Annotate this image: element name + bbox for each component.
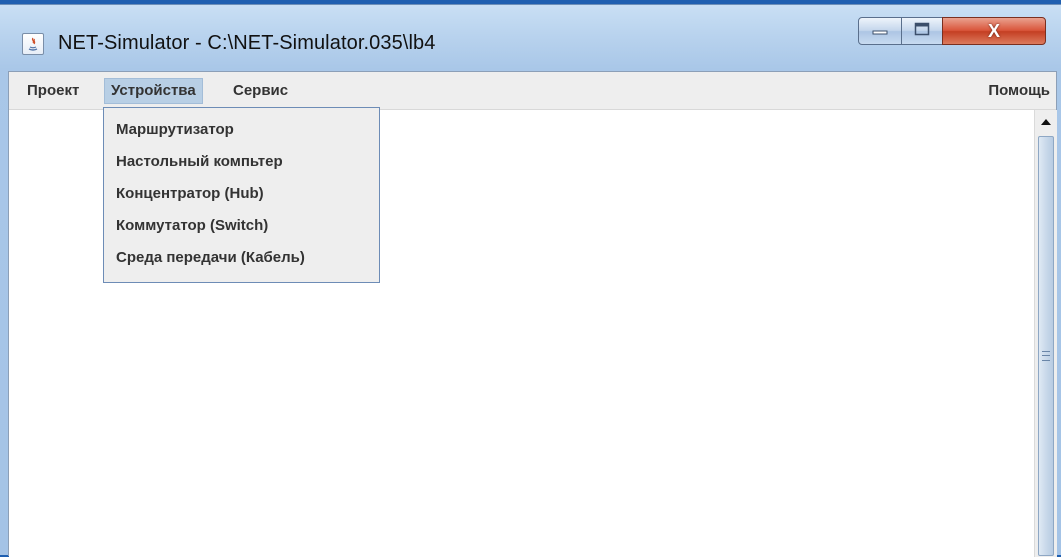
java-icon[interactable] <box>22 33 44 55</box>
minimize-button[interactable] <box>858 17 902 45</box>
window-title: NET-Simulator - C:\NET-Simulator.035\lb4 <box>58 32 436 54</box>
menu-item-hub[interactable]: Концентратор (Hub) <box>104 178 379 210</box>
menu-item-cable[interactable]: Среда передачи (Кабель) <box>104 242 379 274</box>
scroll-up-button[interactable] <box>1037 112 1055 130</box>
maximize-button[interactable] <box>901 17 943 45</box>
minimize-icon <box>872 22 888 40</box>
arrow-up-icon <box>1041 112 1051 130</box>
maximize-icon <box>914 22 930 41</box>
close-icon: X <box>987 20 1000 41</box>
menu-project[interactable]: Проект <box>21 78 85 104</box>
menu-devices[interactable]: Устройства <box>104 78 203 104</box>
vertical-scrollbar[interactable] <box>1034 110 1057 557</box>
menu-bar: Проект Устройства Сервис Помощь <box>9 72 1056 110</box>
menu-help[interactable]: Помощь <box>982 78 1056 104</box>
title-bar[interactable]: NET-Simulator - C:\NET-Simulator.035\lb4… <box>0 5 1061 71</box>
menu-item-switch[interactable]: Коммутатор (Switch) <box>104 210 379 242</box>
menu-service[interactable]: Сервис <box>227 78 294 104</box>
menu-item-router[interactable]: Маршрутизатор <box>104 114 379 146</box>
scroll-thumb[interactable] <box>1038 136 1054 556</box>
devices-dropdown-menu: Маршрутизатор Настольный компьтер Концен… <box>103 107 380 283</box>
close-button[interactable]: X <box>942 17 1046 45</box>
menu-item-desktop[interactable]: Настольный компьтер <box>104 146 379 178</box>
grip-icon <box>1042 351 1050 361</box>
